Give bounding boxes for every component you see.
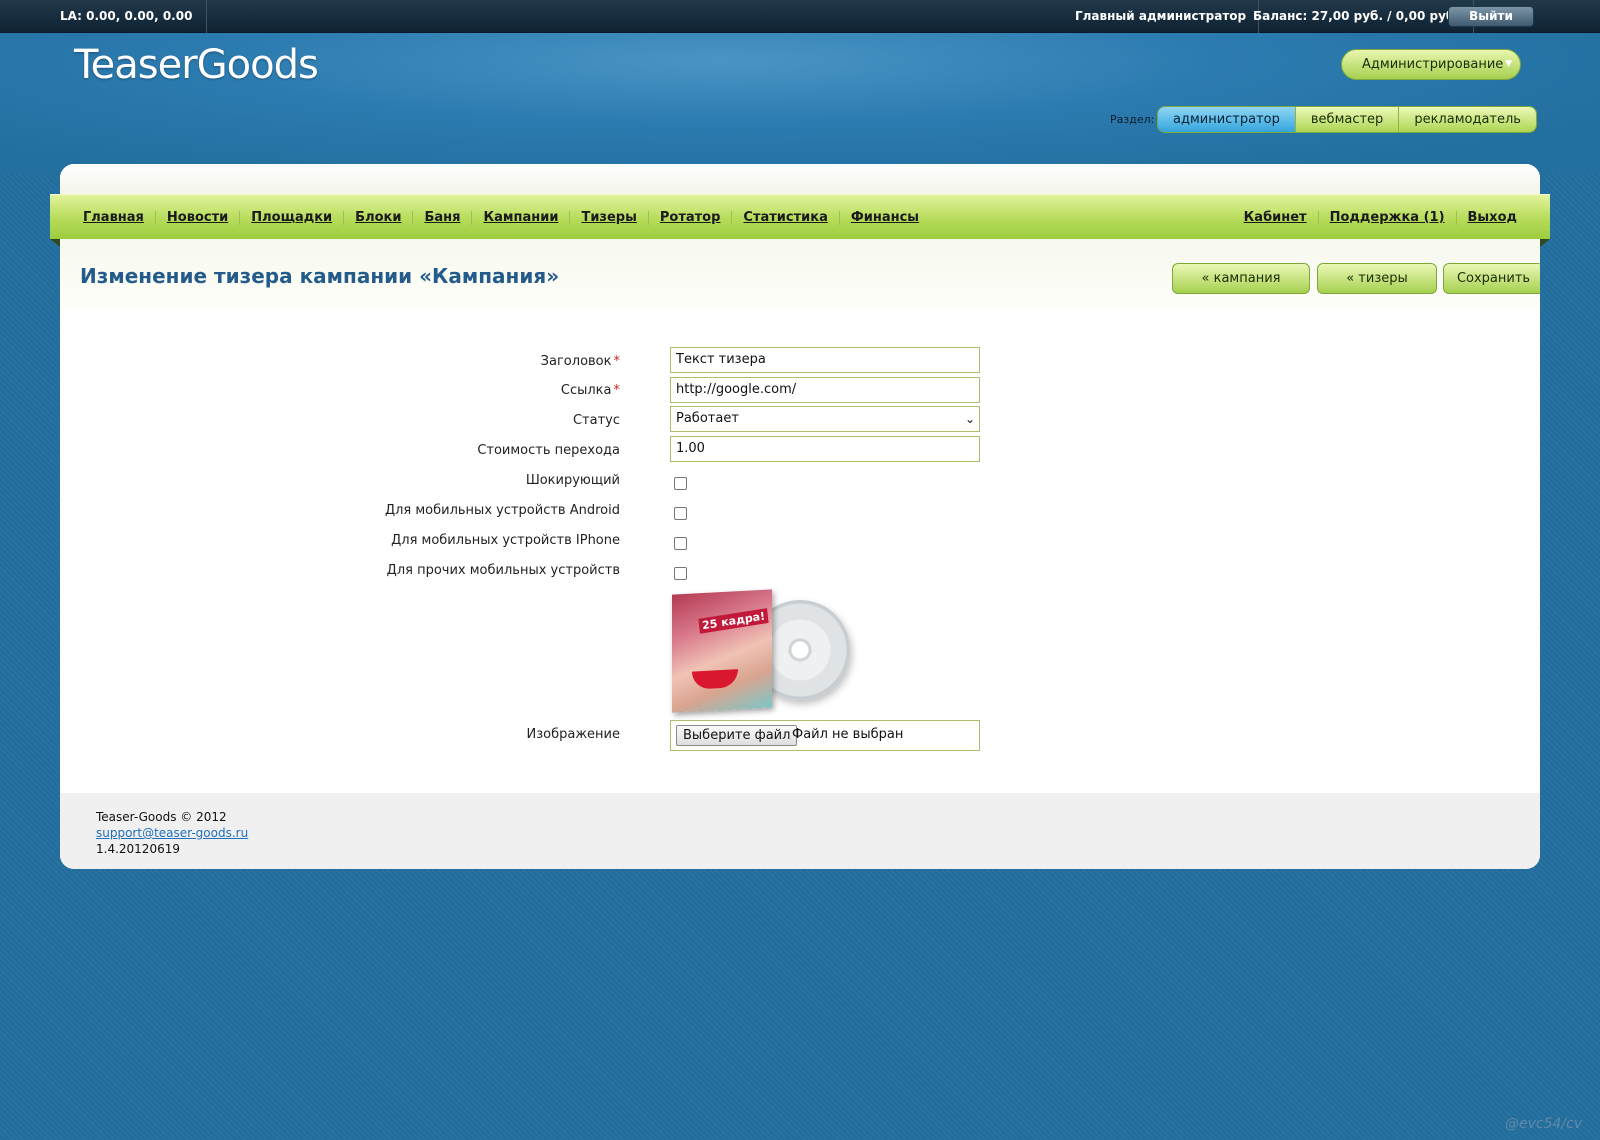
link-label: Ссылка * (560, 383, 620, 398)
menu-item-cabinet[interactable]: Кабинет (1233, 210, 1318, 225)
back-to-teasers-button[interactable]: « тизеры (1317, 263, 1437, 294)
support-email-link[interactable]: support@teaser-goods.ru (96, 826, 248, 840)
balance: Баланс: 27,00 руб. / 0,00 руб. (1237, 0, 1474, 33)
version: 1.4.20120619 (96, 842, 180, 856)
menu-item-campaigns[interactable]: Кампании (471, 210, 569, 225)
chevron-down-icon: ⌄ (964, 412, 975, 426)
choose-file-button[interactable]: Выберите файл (676, 725, 798, 746)
cd-sleeve: 25 кадра! (672, 589, 772, 713)
status-label: Статус (572, 413, 620, 428)
main-menu: Главная Новости Площадки Блоки Баня Камп… (50, 194, 1550, 247)
teaser-image: 25 кадра! (670, 588, 870, 716)
administration-dropdown[interactable]: Администрирование ▼ (1341, 49, 1521, 80)
top-bar: LA: 0.00, 0.00, 0.00 Главный администрат… (0, 0, 1600, 33)
menu-item-exit[interactable]: Выход (1455, 210, 1528, 225)
menu-item-home[interactable]: Главная (72, 210, 155, 225)
section-administrator[interactable]: администратор (1158, 107, 1295, 132)
android-checkbox[interactable] (674, 507, 687, 520)
menu-item-statistics[interactable]: Статистика (731, 210, 838, 225)
shocking-checkbox[interactable] (674, 477, 687, 490)
logo: TeaserGoods (74, 42, 319, 88)
title-label: Заголовок * (540, 354, 620, 369)
section-switcher: администратор вебмастер рекламодатель (1157, 106, 1537, 133)
back-to-campaign-button[interactable]: « кампания (1172, 263, 1310, 294)
image-label: Изображение (526, 727, 620, 742)
link-input[interactable]: http://google.com/ (670, 377, 980, 403)
status-select-value: Работает (676, 411, 739, 426)
section-webmaster[interactable]: вебмастер (1294, 107, 1399, 132)
current-user: Главный администратор (1075, 0, 1260, 33)
section-advertiser[interactable]: рекламодатель (1398, 107, 1536, 132)
section-label: Раздел: (1110, 113, 1155, 126)
footer: Teaser-Goods © 2012 support@teaser-goods… (60, 793, 1540, 869)
watermark: @evc54/cv (1505, 1116, 1583, 1132)
iphone-label: Для мобильных устройств IPhone (391, 533, 620, 548)
android-label: Для мобильных устройств Android (384, 503, 620, 518)
menu-item-finance[interactable]: Финансы (838, 210, 930, 225)
menu-item-blocks[interactable]: Блоки (343, 210, 412, 225)
shocking-label: Шокирующий (525, 473, 620, 488)
image-file-input: Выберите файл Файл не выбран (670, 720, 980, 751)
page-title: Изменение тизера кампании «Кампания» (80, 264, 560, 288)
other-mobile-label: Для прочих мобильных устройств (386, 563, 620, 578)
main-card: Изменение тизера кампании «Кампания» « к… (60, 164, 1540, 869)
title-input[interactable]: Текст тизера (670, 347, 980, 373)
menu-item-rotator[interactable]: Ротатор (647, 210, 732, 225)
iphone-checkbox[interactable] (674, 537, 687, 550)
copyright: Teaser-Goods © 2012 (96, 810, 227, 824)
file-status: Файл не выбран (792, 727, 904, 742)
menu-item-teasers[interactable]: Тизеры (569, 210, 647, 225)
cost-label: Стоимость перехода (477, 443, 620, 458)
chevron-down-icon: ▼ (1505, 59, 1512, 69)
save-button[interactable]: Сохранить (1443, 263, 1540, 294)
cost-input[interactable]: 1.00 (670, 436, 980, 462)
menu-item-news[interactable]: Новости (154, 210, 239, 225)
menu-item-support[interactable]: Поддержка (1) (1317, 210, 1456, 225)
image-banner-text: 25 кадра! (698, 608, 769, 634)
menu-item-sites[interactable]: Площадки (239, 210, 343, 225)
other-mobile-checkbox[interactable] (674, 567, 687, 580)
logout-button[interactable]: Выйти (1448, 6, 1534, 27)
status-select[interactable]: Работает ⌄ (670, 406, 980, 432)
load-average: LA: 0.00, 0.00, 0.00 (0, 0, 208, 33)
menu-item-bath[interactable]: Баня (412, 210, 471, 225)
administration-dropdown-label: Администрирование (1362, 57, 1504, 72)
